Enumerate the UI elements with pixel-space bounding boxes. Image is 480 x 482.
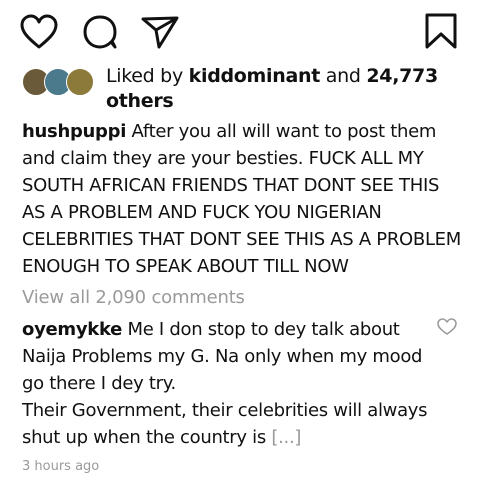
comment-username[interactable]: oyemykke bbox=[22, 319, 122, 340]
post-timestamp: 3 hours ago bbox=[22, 459, 100, 474]
liker-username[interactable]: kiddominant bbox=[189, 65, 321, 87]
paper-plane-icon[interactable] bbox=[140, 14, 180, 50]
post-caption: hushpuppi After you all will want to pos… bbox=[22, 118, 462, 280]
comment-item: oyemykke Me I don stop to dey talk about… bbox=[22, 316, 432, 451]
caption-text: After you all will want to post them and… bbox=[22, 121, 461, 277]
avatar bbox=[66, 68, 94, 96]
liked-by-label: Liked by bbox=[106, 65, 183, 87]
comment-text-continued: Their Government, their celebrities will… bbox=[22, 400, 428, 448]
bookmark-icon[interactable] bbox=[424, 12, 458, 50]
likes-text: Liked by kiddominant and 24,773 others bbox=[106, 64, 446, 114]
more-link[interactable]: [...] bbox=[271, 427, 301, 448]
comment-bubble-icon[interactable] bbox=[82, 14, 118, 50]
comment-like-heart-icon[interactable] bbox=[437, 318, 457, 336]
heart-icon[interactable] bbox=[20, 14, 58, 50]
view-all-comments-link[interactable]: View all 2,090 comments bbox=[22, 287, 245, 308]
action-bar bbox=[0, 12, 480, 52]
liker-avatars[interactable] bbox=[22, 68, 100, 98]
caption-username[interactable]: hushpuppi bbox=[22, 121, 126, 142]
and-label: and bbox=[325, 65, 361, 87]
